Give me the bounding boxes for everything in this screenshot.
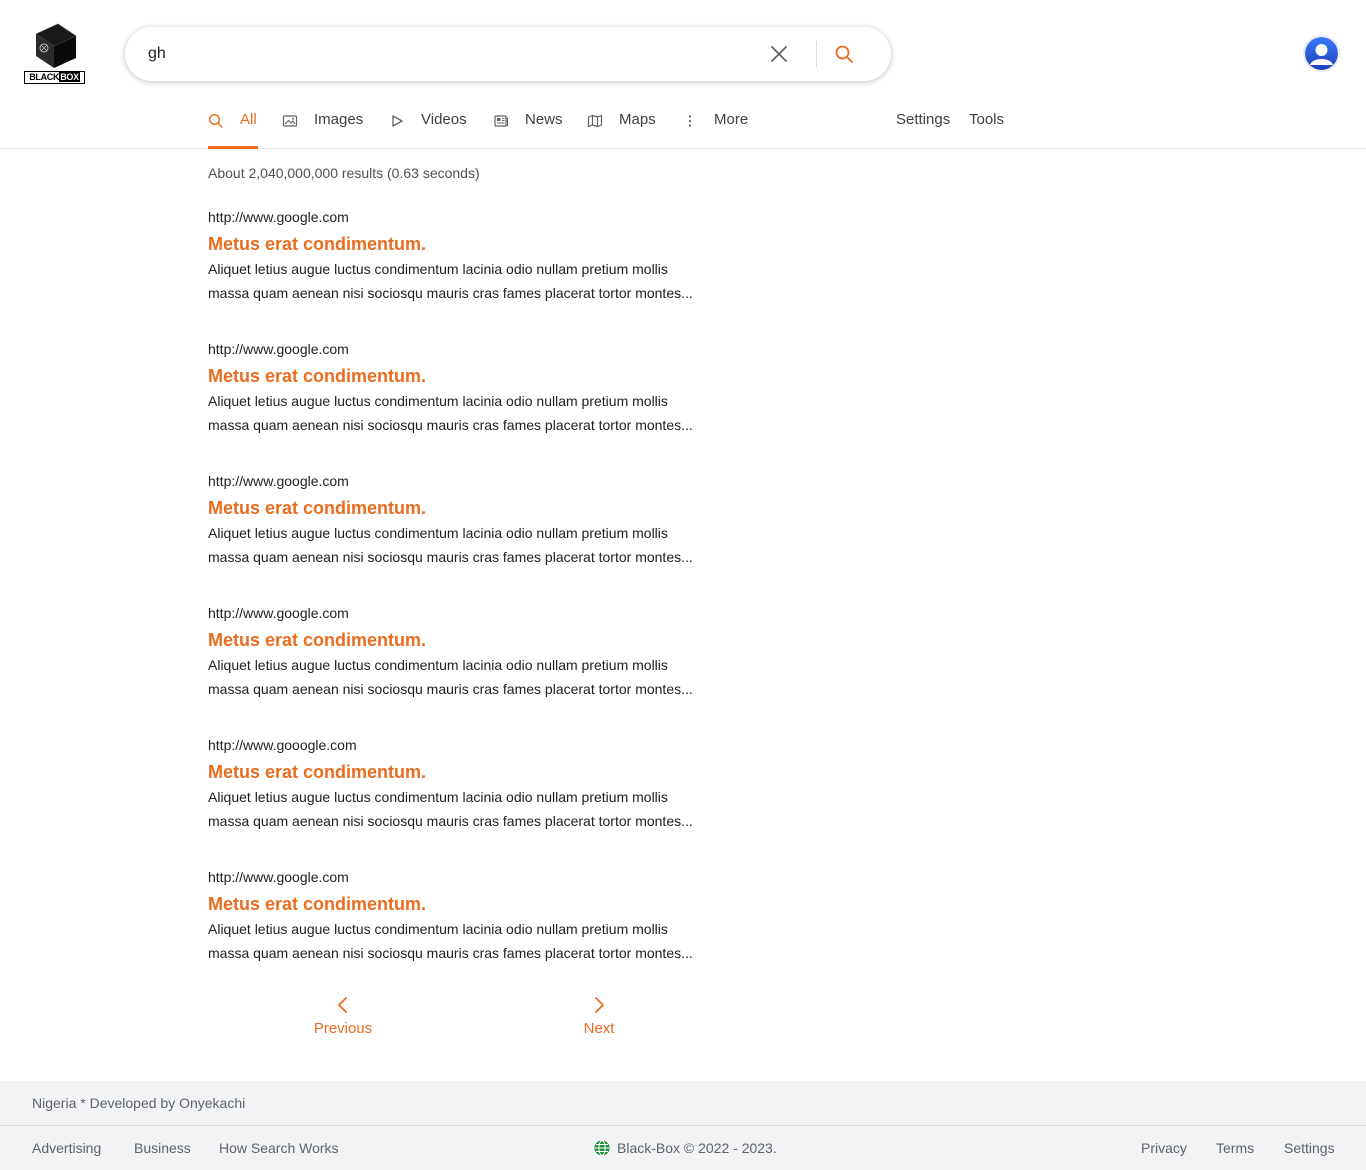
chevron-right-icon xyxy=(559,996,639,1018)
search-divider xyxy=(816,41,817,67)
globe-icon xyxy=(594,1140,610,1156)
footer-link-privacy[interactable]: Privacy xyxy=(1141,1140,1187,1156)
tab-label: More xyxy=(714,111,749,128)
search-result: http://www.google.com Metus erat condime… xyxy=(208,207,768,305)
header: BLACKBOX gh All Images Videos News Maps … xyxy=(0,0,1366,149)
result-title[interactable]: Metus erat condimentum. xyxy=(208,363,768,389)
clear-search-button[interactable] xyxy=(765,40,793,68)
footer-copyright: Black-Box © 2022 - 2023. xyxy=(594,1140,777,1156)
tab-videos[interactable]: Videos xyxy=(389,103,467,149)
tab-more[interactable]: More xyxy=(682,103,748,149)
result-snippet: Aliquet letius augue luctus condimentum … xyxy=(208,789,693,829)
result-url[interactable]: http://www.gooogle.com xyxy=(208,735,768,755)
tab-maps[interactable]: Maps xyxy=(587,103,656,149)
result-title[interactable]: Metus erat condimentum. xyxy=(208,891,768,917)
result-snippet: Aliquet letius augue luctus condimentum … xyxy=(208,393,693,433)
footer-location-bar: Nigeria * Developed by Onyekachi xyxy=(0,1081,1366,1126)
result-url[interactable]: http://www.google.com xyxy=(208,339,768,359)
map-icon xyxy=(587,113,603,129)
search-submit-button[interactable] xyxy=(830,40,858,68)
result-url[interactable]: http://www.google.com xyxy=(208,867,768,887)
previous-page-button[interactable]: Previous xyxy=(303,996,383,1037)
image-icon xyxy=(282,113,298,129)
tab-images[interactable]: Images xyxy=(282,103,363,149)
tab-news[interactable]: News xyxy=(493,103,563,149)
search-icon xyxy=(835,45,853,63)
tab-label: Maps xyxy=(619,111,656,128)
search-result: http://www.gooogle.com Metus erat condim… xyxy=(208,735,768,833)
search-result: http://www.google.com Metus erat condime… xyxy=(208,867,768,965)
cube-logo-icon xyxy=(35,23,77,68)
tab-label: Videos xyxy=(421,111,467,128)
tab-label: All xyxy=(240,111,257,128)
next-label: Next xyxy=(583,1020,615,1037)
footer-link-how-search-works[interactable]: How Search Works xyxy=(219,1140,339,1156)
result-snippet: Aliquet letius augue luctus condimentum … xyxy=(208,525,693,565)
result-title[interactable]: Metus erat condimentum. xyxy=(208,627,768,653)
result-title[interactable]: Metus erat condimentum. xyxy=(208,231,768,257)
previous-label: Previous xyxy=(313,1020,373,1037)
search-icon xyxy=(208,113,224,129)
tab-label: Images xyxy=(314,111,364,128)
search-box xyxy=(125,27,891,81)
active-tab-indicator xyxy=(208,146,258,149)
blackbox-logo[interactable]: BLACKBOX xyxy=(24,22,85,86)
copyright-text: Black-Box © 2022 - 2023. xyxy=(617,1140,777,1156)
result-url[interactable]: http://www.google.com xyxy=(208,603,768,623)
search-result: http://www.google.com Metus erat condime… xyxy=(208,471,768,569)
footer-link-business[interactable]: Business xyxy=(134,1140,191,1156)
tab-label: News xyxy=(525,111,563,128)
newspaper-icon xyxy=(493,113,509,129)
user-avatar-icon xyxy=(1305,37,1338,70)
search-result: http://www.google.com Metus erat condime… xyxy=(208,603,768,701)
footer-links-bar: Advertising Business How Search Works Bl… xyxy=(0,1126,1366,1170)
footer-link-advertising[interactable]: Advertising xyxy=(32,1140,101,1156)
more-vert-icon xyxy=(682,113,698,129)
tools-link[interactable]: Tools xyxy=(969,111,1004,128)
next-page-button[interactable]: Next xyxy=(559,996,639,1037)
result-title[interactable]: Metus erat condimentum. xyxy=(208,759,768,785)
footer-link-terms[interactable]: Terms xyxy=(1216,1140,1254,1156)
tab-all[interactable]: All xyxy=(208,103,258,149)
footer-link-settings[interactable]: Settings xyxy=(1284,1140,1335,1156)
settings-link[interactable]: Settings xyxy=(896,111,950,128)
result-snippet: Aliquet letius augue luctus condimentum … xyxy=(208,921,693,961)
result-url[interactable]: http://www.google.com xyxy=(208,207,768,227)
search-result: http://www.google.com Metus erat condime… xyxy=(208,339,768,437)
chevron-left-icon xyxy=(303,996,383,1018)
logo-wordmark: BLACKBOX xyxy=(24,71,85,84)
close-icon xyxy=(771,46,787,62)
results-stats: About 2,040,000,000 results (0.63 second… xyxy=(208,165,480,181)
result-snippet: Aliquet letius augue luctus condimentum … xyxy=(208,657,693,697)
user-avatar[interactable] xyxy=(1305,37,1338,70)
footer-location: Nigeria * Developed by Onyekachi xyxy=(32,1095,246,1111)
result-snippet: Aliquet letius augue luctus condimentum … xyxy=(208,261,693,301)
play-icon xyxy=(389,113,405,129)
result-url[interactable]: http://www.google.com xyxy=(208,471,768,491)
search-input[interactable] xyxy=(148,41,748,67)
result-title[interactable]: Metus erat condimentum. xyxy=(208,495,768,521)
